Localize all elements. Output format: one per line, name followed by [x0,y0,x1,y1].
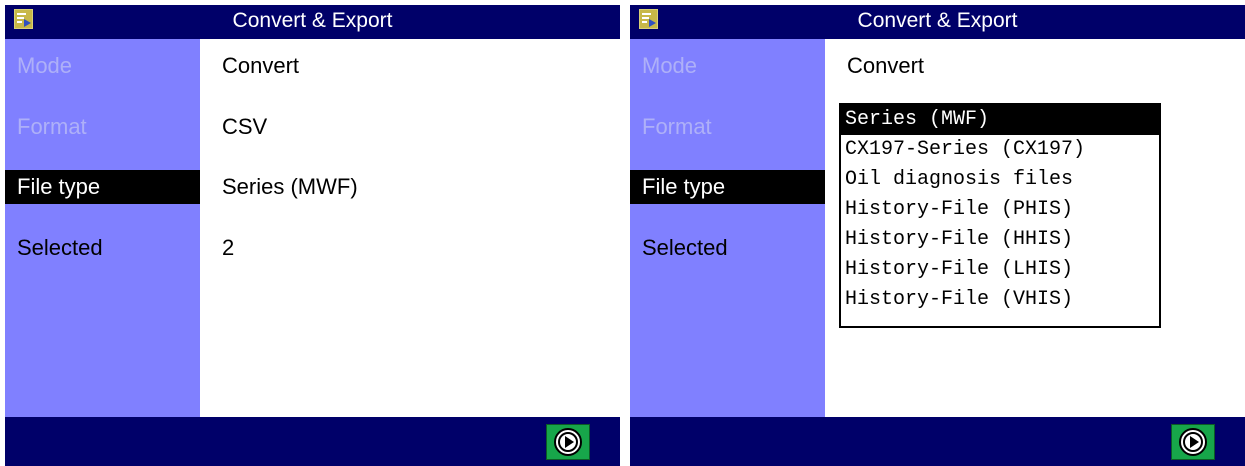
dropdown-option[interactable]: History-File (LHIS) [841,255,1159,285]
dropdown-option[interactable]: CX197-Series (CX197) [841,135,1159,165]
title-bar: Convert & Export [5,5,620,39]
selected-value: 2 [222,235,235,260]
convert-export-screen-left: Convert & Export Mode Format File type S… [5,5,620,466]
bottom-bar [5,417,620,466]
start-button[interactable] [546,424,590,460]
play-circle-icon [554,428,582,456]
mode-label: Mode [17,53,73,78]
dropdown-option[interactable]: Series (MWF) [841,105,1159,135]
convert-export-screen-right: Convert & Export Mode Format File type S… [630,5,1245,466]
file-type-dropdown[interactable]: Series (MWF) CX197-Series (CX197) Oil di… [839,103,1161,328]
start-button[interactable] [1171,424,1215,460]
window-title: Convert & Export [857,9,1018,32]
file-type-label[interactable]: File type [5,170,200,204]
dropdown-option[interactable]: History-File (VHIS) [841,285,1159,315]
dropdown-option[interactable]: History-File (PHIS) [841,195,1159,225]
mode-value: Convert [222,53,300,78]
file-type-label[interactable]: File type [630,170,825,204]
dropdown-option[interactable]: Oil diagnosis files [841,165,1159,195]
format-label: Format [642,114,712,139]
file-type-value[interactable]: Series (MWF) [222,170,358,204]
mode-value: Convert [847,53,925,78]
window-title: Convert & Export [232,9,393,32]
format-value: CSV [222,114,268,139]
sidebar: Mode Format File type Selected [5,39,200,417]
dropdown-option[interactable]: History-File (HHIS) [841,225,1159,255]
title-bar: Convert & Export [630,5,1245,39]
bottom-bar [630,417,1245,466]
selected-label[interactable]: Selected [630,231,825,265]
mode-label: Mode [642,53,698,78]
selected-label[interactable]: Selected [5,231,200,265]
format-label: Format [17,114,87,139]
play-circle-icon [1179,428,1207,456]
sidebar: Mode Format File type Selected [630,39,825,417]
